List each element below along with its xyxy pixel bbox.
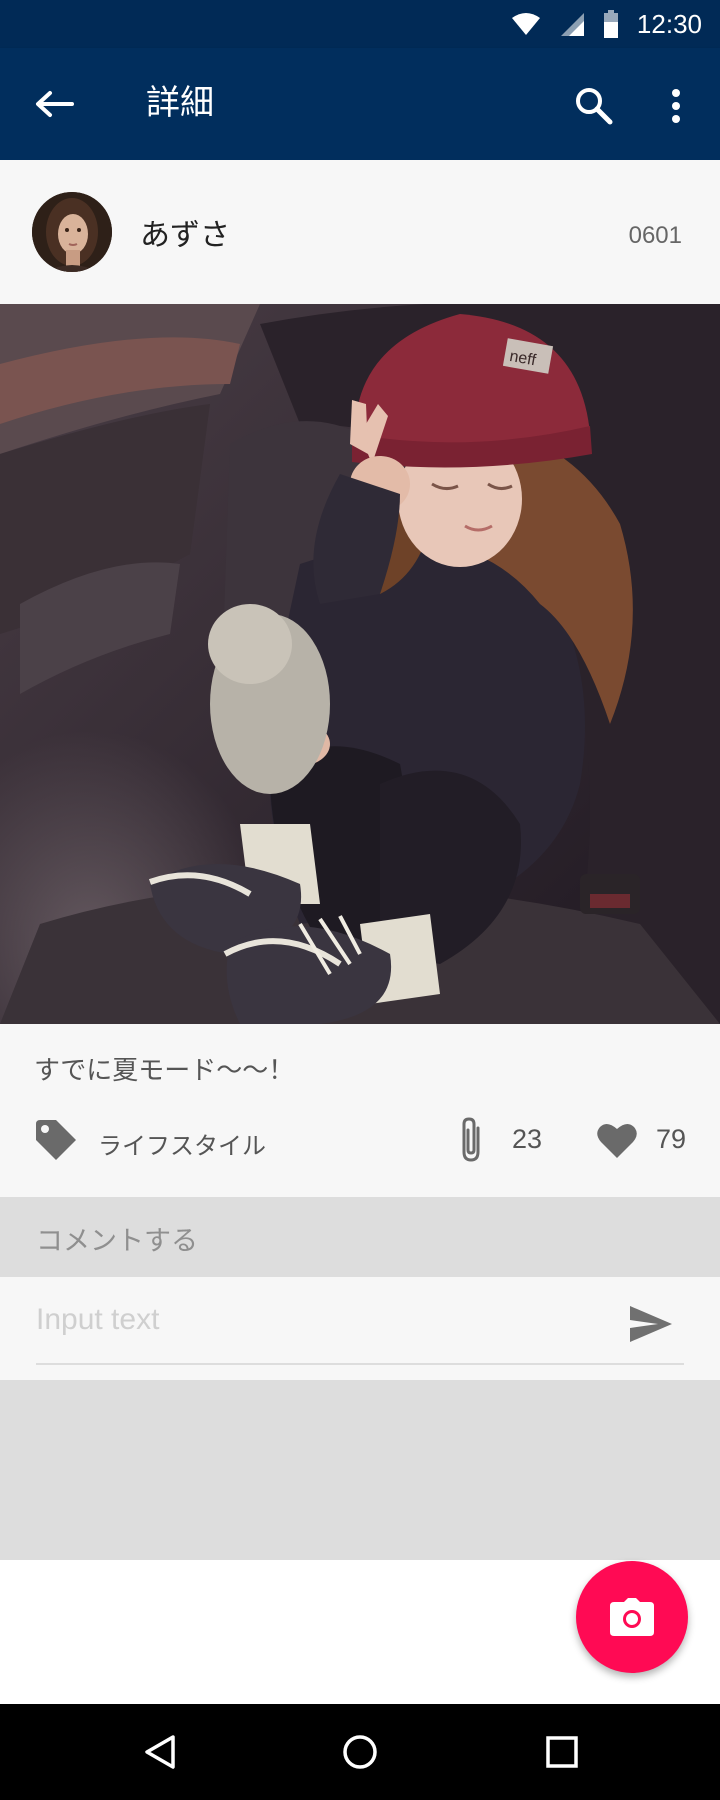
paperclip-icon[interactable] [454,1116,488,1164]
input-underline [36,1363,684,1365]
home-circle-icon [343,1735,377,1769]
comments-list-empty [0,1380,720,1560]
send-icon [630,1306,672,1342]
send-button[interactable] [626,1299,676,1349]
status-icons: 12:30 [511,8,702,40]
post-user-id: 0601 [628,222,682,249]
nav-recents-button[interactable] [532,1722,592,1782]
comment-header: コメントする [0,1197,720,1277]
search-icon [576,88,613,125]
system-nav-bar [0,1704,720,1800]
nav-home-button[interactable] [330,1722,390,1782]
wifi-icon [511,13,540,35]
avatar-photo [32,192,112,272]
comment-input[interactable] [36,1295,596,1345]
category-label[interactable]: ライフスタイル [98,1126,266,1161]
camera-icon [610,1598,654,1636]
post-caption: すでに夏モード〜〜！ [34,1056,295,1086]
avatar[interactable] [32,192,112,272]
tag-icon [36,1120,76,1160]
post-image[interactable]: neff [0,304,720,1024]
status-bar: 12:30 [0,0,720,48]
app-bar: 詳細 [0,48,720,160]
signal-icon [560,13,584,36]
status-time: 12:30 [636,8,702,39]
back-triangle-icon [145,1735,175,1769]
page-title: 詳細 [146,83,214,123]
battery-icon [603,10,618,38]
back-button[interactable] [30,80,78,128]
post-meta-row: ライフスタイル 23 79 [0,1112,720,1172]
comment-header-label: コメントする [36,1226,198,1257]
recents-square-icon [546,1736,578,1768]
comment-input-area [0,1277,720,1380]
more-options-button[interactable] [656,80,696,132]
clip-count: 23 [512,1124,543,1154]
back-arrow-icon [36,91,74,117]
more-vert-icon [672,89,680,123]
post-card: あずさ 0601 neff すでに夏モード〜〜！ ライフスタイル 23 79 [0,160,720,1197]
camera-fab-button[interactable] [576,1561,688,1673]
heart-icon[interactable] [596,1120,638,1160]
post-author-row[interactable]: あずさ 0601 [0,160,720,304]
post-photo: neff [0,304,720,1024]
like-count: 79 [656,1124,687,1154]
post-username: あずさ [140,218,230,253]
nav-back-button[interactable] [130,1722,190,1782]
search-button[interactable] [568,80,620,132]
